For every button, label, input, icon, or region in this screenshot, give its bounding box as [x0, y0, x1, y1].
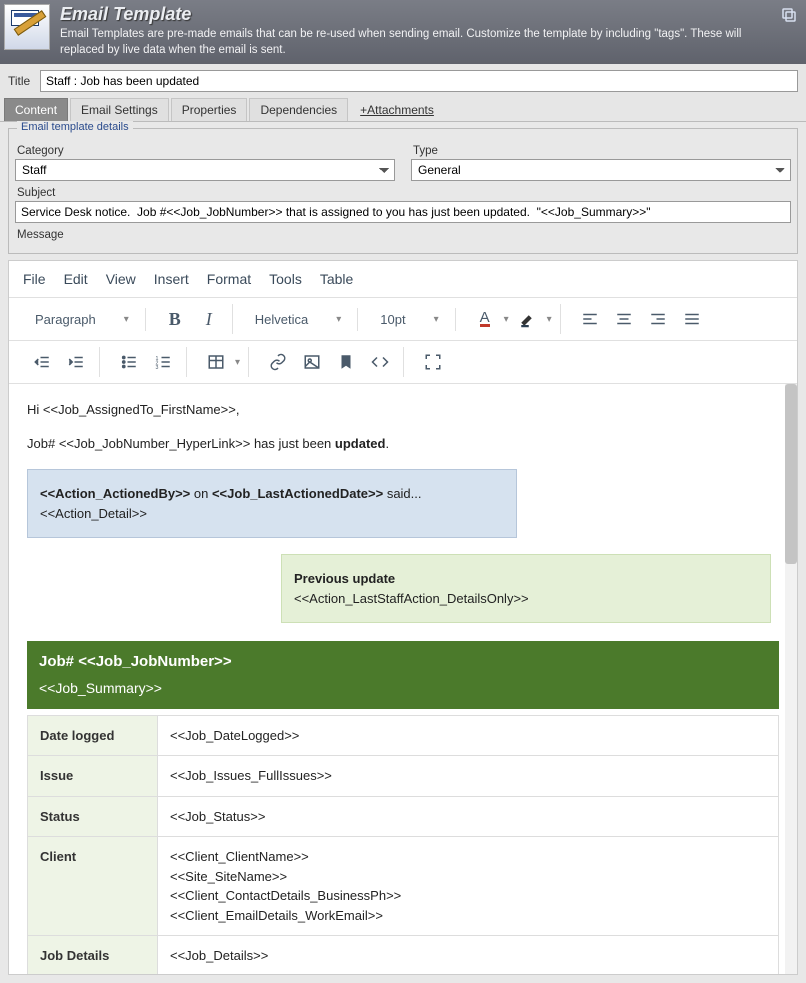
menu-view[interactable]: View: [106, 271, 136, 287]
tab-content[interactable]: Content: [4, 98, 68, 121]
menu-format[interactable]: Format: [207, 271, 251, 287]
highlight-button[interactable]: [513, 304, 543, 334]
editor-menubar: File Edit View Insert Format Tools Table: [9, 261, 797, 297]
row-value: <<Client_ClientName>> <<Site_SiteName>> …: [158, 837, 779, 936]
tab-email-settings[interactable]: Email Settings: [70, 98, 169, 121]
row-label: Status: [28, 796, 158, 837]
fullscreen-button[interactable]: [418, 347, 448, 377]
font-select[interactable]: Helvetica▾: [247, 308, 350, 331]
subject-input[interactable]: [15, 201, 791, 223]
highlight-caret[interactable]: ▾: [547, 314, 552, 325]
toolbar-row-1: Paragraph▾ B I Helvetica▾ 10pt▾ A ▾ ▾: [9, 297, 797, 341]
table-caret-icon[interactable]: ▾: [235, 357, 240, 368]
panel-title: Email template details: [17, 121, 133, 133]
menu-file[interactable]: File: [23, 271, 46, 287]
menu-tools[interactable]: Tools: [269, 271, 302, 287]
fontsize-select[interactable]: 10pt▾: [372, 308, 446, 331]
app-icon: [4, 4, 50, 50]
type-label: Type: [413, 145, 791, 157]
text-color-button[interactable]: A: [470, 304, 500, 334]
menu-table[interactable]: Table: [320, 271, 353, 287]
title-row: Title: [0, 64, 806, 98]
details-panel: Email template details Category Staff Ty…: [8, 128, 798, 254]
table-row: Status<<Job_Status>>: [28, 796, 779, 837]
type-select[interactable]: General: [411, 159, 791, 181]
menu-edit[interactable]: Edit: [64, 271, 88, 287]
tab-bar: Content Email Settings Properties Depend…: [0, 98, 806, 122]
updated-line: Job# <<Job_JobNumber_HyperLink>> has jus…: [27, 434, 779, 454]
job-header: Job# <<Job_JobNumber>> <<Job_Summary>>: [27, 641, 779, 709]
link-button[interactable]: [263, 347, 293, 377]
text-color-caret[interactable]: ▾: [504, 314, 509, 325]
editor-body[interactable]: Hi <<Job_AssignedTo_FirstName>>, Job# <<…: [9, 384, 797, 974]
category-select[interactable]: Staff: [15, 159, 395, 181]
image-button[interactable]: [297, 347, 327, 377]
category-label: Category: [17, 145, 395, 157]
svg-text:3: 3: [156, 365, 159, 371]
page-title: Email Template: [60, 4, 772, 25]
align-justify-button[interactable]: [677, 304, 707, 334]
tab-attachments[interactable]: +Attachments: [350, 99, 444, 121]
bold-button[interactable]: B: [160, 304, 190, 334]
bullet-list-button[interactable]: [114, 347, 144, 377]
row-value: <<Job_Status>>: [158, 796, 779, 837]
copy-icon[interactable]: [780, 6, 798, 24]
titlebar: Email Template Email Templates are pre-m…: [0, 0, 806, 64]
action-box: <<Action_ActionedBy>> on <<Job_LastActio…: [27, 469, 517, 538]
row-label: Client: [28, 837, 158, 936]
row-value: <<Job_DateLogged>>: [158, 715, 779, 756]
row-label: Date logged: [28, 715, 158, 756]
message-label: Message: [17, 229, 791, 241]
table-row: Issue<<Job_Issues_FullIssues>>: [28, 756, 779, 797]
table-button[interactable]: [201, 347, 231, 377]
indent-button[interactable]: [61, 347, 91, 377]
numbered-list-button[interactable]: 123: [148, 347, 178, 377]
code-button[interactable]: [365, 347, 395, 377]
tab-properties[interactable]: Properties: [171, 98, 248, 121]
tab-dependencies[interactable]: Dependencies: [249, 98, 348, 121]
job-table: Date logged<<Job_DateLogged>>Issue<<Job_…: [27, 715, 779, 975]
table-row: Job Details<<Job_Details>>: [28, 936, 779, 975]
align-center-button[interactable]: [609, 304, 639, 334]
table-row: Date logged<<Job_DateLogged>>: [28, 715, 779, 756]
bookmark-button[interactable]: [331, 347, 361, 377]
table-row: Client<<Client_ClientName>> <<Site_SiteN…: [28, 837, 779, 936]
paragraph-select[interactable]: Paragraph▾: [27, 308, 137, 331]
previous-update-box: Previous update <<Action_LastStaffAction…: [281, 554, 771, 623]
scrollbar-thumb[interactable]: [785, 384, 797, 564]
title-label: Title: [8, 74, 40, 88]
row-label: Issue: [28, 756, 158, 797]
align-left-button[interactable]: [575, 304, 605, 334]
toolbar-row-2: 123 ▾: [9, 341, 797, 384]
row-value: <<Job_Issues_FullIssues>>: [158, 756, 779, 797]
greeting-line: Hi <<Job_AssignedTo_FirstName>>,: [27, 400, 779, 420]
outdent-button[interactable]: [27, 347, 57, 377]
title-input[interactable]: [40, 70, 798, 92]
align-right-button[interactable]: [643, 304, 673, 334]
scrollbar[interactable]: [785, 384, 797, 974]
italic-button[interactable]: I: [194, 304, 224, 334]
page-description: Email Templates are pre-made emails that…: [60, 27, 772, 58]
menu-insert[interactable]: Insert: [154, 271, 189, 287]
subject-label: Subject: [17, 187, 791, 199]
row-value: <<Job_Details>>: [158, 936, 779, 975]
editor: File Edit View Insert Format Tools Table…: [8, 260, 798, 975]
row-label: Job Details: [28, 936, 158, 975]
